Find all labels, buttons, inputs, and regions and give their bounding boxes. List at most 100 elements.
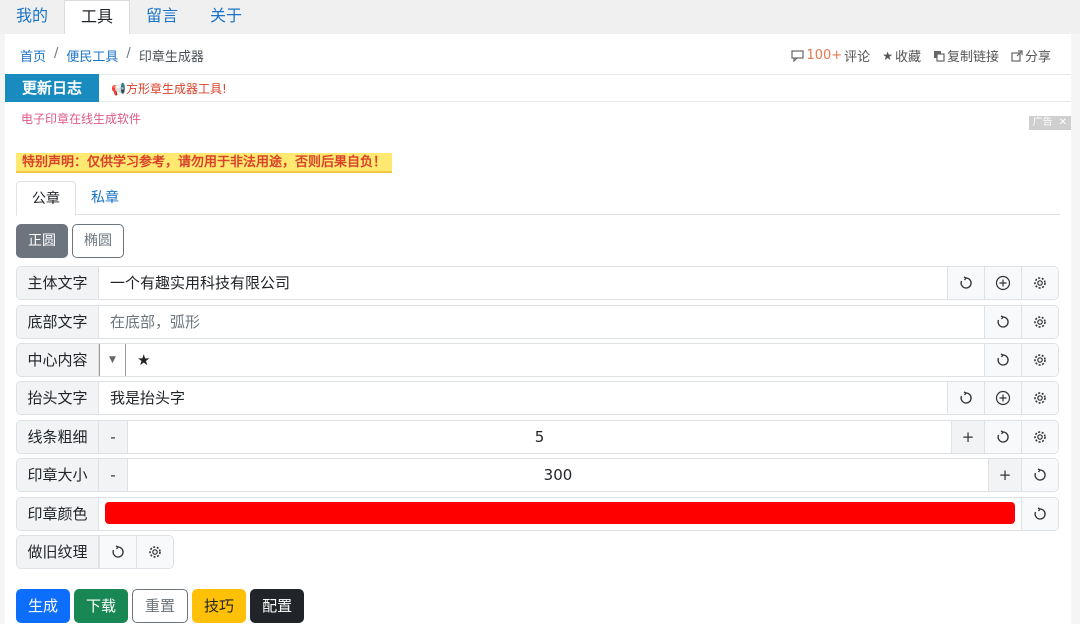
header-text-add-button[interactable] xyxy=(984,382,1021,414)
download-button[interactable]: 下载 xyxy=(74,589,129,623)
line-width-settings-button[interactable] xyxy=(1021,421,1058,453)
rotate-icon xyxy=(997,430,1009,443)
header-text-input[interactable]: 我是抬头字 xyxy=(99,382,947,414)
comment-label: 评论 xyxy=(844,50,871,65)
rotate-icon xyxy=(960,391,972,404)
main-text-add-button[interactable] xyxy=(984,267,1021,299)
nav-tab-about[interactable]: 关于 xyxy=(194,0,258,34)
generate-button[interactable]: 生成 xyxy=(16,589,71,623)
shape-selector: 正圆 椭圆 xyxy=(16,224,124,258)
comment-icon xyxy=(791,49,805,62)
seal-color-row: 印章颜色 xyxy=(16,497,1059,531)
changelog-label[interactable]: 更新日志 xyxy=(5,74,99,102)
seal-type-tabs: 公章 私章 xyxy=(16,181,1060,216)
breadcrumb-home[interactable]: 首页 xyxy=(20,46,46,65)
seal-color-picker[interactable] xyxy=(99,498,1021,530)
seal-color-label: 印章颜色 xyxy=(17,498,99,530)
rotate-icon xyxy=(1034,468,1046,481)
seal-size-reset-button[interactable] xyxy=(1021,459,1058,491)
page-actions: 100+ 评论 ★ 收藏 复制链接 分享 xyxy=(791,46,1051,65)
color-swatch xyxy=(105,502,1015,524)
rotate-icon xyxy=(112,545,124,558)
seal-size-row: 印章大小 - 300 + xyxy=(16,458,1059,492)
header-text-label: 抬头文字 xyxy=(17,382,99,414)
center-content-label: 中心内容 xyxy=(17,344,99,376)
main-text-settings-button[interactable] xyxy=(1021,267,1058,299)
seal-size-label: 印章大小 xyxy=(17,459,99,491)
tab-official-seal[interactable]: 公章 xyxy=(16,181,76,216)
tab-private-seal[interactable]: 私章 xyxy=(76,181,134,215)
nav-tab-tools[interactable]: 工具 xyxy=(64,0,131,34)
ellipse-shape-button[interactable]: 椭圆 xyxy=(72,224,124,258)
changelog-message[interactable]: 📢方形章生成器工具! xyxy=(111,80,227,97)
nav-tab-messages[interactable]: 留言 xyxy=(130,0,194,34)
copy-link-action[interactable]: 复制链接 xyxy=(933,46,999,65)
seal-size-input[interactable]: 300 xyxy=(128,459,988,491)
bottom-text-row: 底部文字 在底部，弧形 xyxy=(16,305,1059,339)
main-text-input[interactable]: 一个有趣实用科技有限公司 xyxy=(99,267,947,299)
rotate-icon xyxy=(1034,507,1046,520)
center-content-input[interactable]: ★ xyxy=(126,344,984,376)
tips-button[interactable]: 技巧 xyxy=(192,589,247,623)
center-content-dropdown[interactable]: ▼ xyxy=(99,344,126,376)
breadcrumb-separator: / xyxy=(54,46,59,61)
gear-icon xyxy=(1034,392,1046,404)
ad-badge-label: 广告 xyxy=(1032,117,1053,128)
header-text-settings-button[interactable] xyxy=(1021,382,1058,414)
favorite-label: 收藏 xyxy=(894,50,921,65)
favorite-action[interactable]: ★ 收藏 xyxy=(882,46,921,66)
gear-icon xyxy=(1034,431,1046,443)
line-width-reset-button[interactable] xyxy=(984,421,1021,453)
line-width-increment-button[interactable]: + xyxy=(951,421,984,453)
header-text-reset-button[interactable] xyxy=(947,382,984,414)
nav-tab-mine[interactable]: 我的 xyxy=(0,0,64,34)
share-label: 分享 xyxy=(1024,50,1051,65)
ad-link[interactable]: 电子印章在线生成软件 xyxy=(21,110,141,127)
header-text-row: 抬头文字 我是抬头字 xyxy=(16,381,1059,415)
rotate-icon xyxy=(960,276,972,289)
seal-size-increment-button[interactable]: + xyxy=(988,459,1021,491)
megaphone-icon: 📢 xyxy=(111,81,126,96)
comment-count: 100+ xyxy=(806,48,843,63)
circle-shape-button[interactable]: 正圆 xyxy=(16,224,68,258)
main-panel: 首页 / 便民工具 / 印章生成器 100+ 评论 ★ 收藏 复制链接 分享 更… xyxy=(5,34,1071,624)
config-button[interactable]: 配置 xyxy=(250,589,305,623)
action-buttons: 生成 下载 重置 技巧 配置 xyxy=(16,589,305,623)
seal-size-decrement-button[interactable]: - xyxy=(99,459,128,491)
share-icon xyxy=(1011,49,1023,62)
line-width-input[interactable]: 5 xyxy=(128,421,951,453)
seal-color-reset-button[interactable] xyxy=(1021,498,1058,530)
disclaimer-notice: 特别声明：仅供学习参考，请勿用于非法用途，否则后果自负！ xyxy=(16,153,393,173)
bottom-text-settings-button[interactable] xyxy=(1021,306,1058,338)
bottom-text-input[interactable]: 在底部，弧形 xyxy=(99,306,984,338)
changelog-bar: 更新日志 📢方形章生成器工具! xyxy=(5,74,1071,102)
breadcrumb-category[interactable]: 便民工具 xyxy=(66,46,118,65)
breadcrumb-separator: / xyxy=(126,46,131,61)
gear-icon xyxy=(1034,316,1046,328)
reset-button[interactable]: 重置 xyxy=(132,589,189,623)
share-action[interactable]: 分享 xyxy=(1011,46,1051,65)
aged-texture-label: 做旧纹理 xyxy=(17,536,99,568)
gear-icon xyxy=(1034,277,1046,289)
breadcrumb: 首页 / 便民工具 / 印章生成器 xyxy=(20,46,204,65)
center-content-settings-button[interactable] xyxy=(1021,344,1058,376)
rotate-icon xyxy=(997,315,1009,328)
bottom-text-reset-button[interactable] xyxy=(984,306,1021,338)
main-text-reset-button[interactable] xyxy=(947,267,984,299)
main-text-row: 主体文字 一个有趣实用科技有限公司 xyxy=(16,266,1059,300)
aged-texture-reset-button[interactable] xyxy=(99,536,136,568)
rotate-icon xyxy=(997,353,1009,366)
plus-circle-icon xyxy=(995,390,1011,406)
top-nav: 我的 工具 留言 关于 xyxy=(0,0,1080,34)
comment-action[interactable]: 100+ 评论 xyxy=(791,46,870,65)
gear-icon xyxy=(1034,354,1046,366)
line-width-decrement-button[interactable]: - xyxy=(99,421,128,453)
gear-icon xyxy=(149,546,161,558)
changelog-text: 方形章生成器工具! xyxy=(125,81,227,96)
plus-circle-icon xyxy=(995,275,1011,291)
ad-badge: 广告 ✕ xyxy=(1028,116,1071,130)
ad-close-icon[interactable]: ✕ xyxy=(1059,116,1067,130)
aged-texture-settings-button[interactable] xyxy=(136,536,173,568)
center-content-reset-button[interactable] xyxy=(984,344,1021,376)
copy-icon xyxy=(933,50,945,62)
